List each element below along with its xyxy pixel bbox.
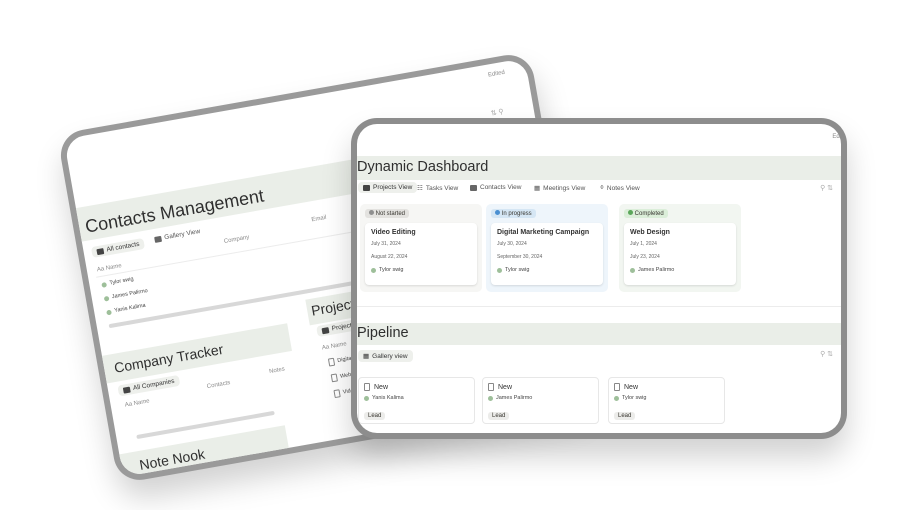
calendar-icon: ▦ — [534, 185, 541, 192]
column-name: Aa Name — [321, 341, 348, 352]
card-title: Video Editing — [371, 229, 416, 236]
tag-badge: Lead — [364, 412, 386, 420]
pipeline-banner — [357, 323, 841, 345]
status-badge: Not started — [365, 209, 410, 218]
end-date: July 23, 2024 — [630, 254, 660, 260]
page-icon — [330, 373, 338, 383]
page-icon — [327, 357, 336, 367]
start-date: July 1, 2024 — [630, 241, 657, 247]
tab-projects-view[interactable]: Projects View — [358, 182, 418, 193]
board-column-not-started: Not started Video Editing July 31, 2024 … — [360, 204, 482, 292]
contact-name: Tylor swig — [614, 395, 719, 401]
column-notes: Notes — [268, 366, 286, 376]
page-icon — [333, 389, 341, 399]
notes-icon: ⌽ — [600, 184, 604, 191]
avatar — [497, 267, 502, 273]
start-date: July 31, 2024 — [371, 241, 401, 247]
contacts-icon — [470, 184, 477, 191]
front-screen: Edi Dynamic Dashboard Projects View ☷ Tas… — [357, 124, 841, 433]
page-icon — [488, 383, 494, 391]
briefcase-icon — [321, 326, 330, 334]
board-card[interactable]: Web Design July 1, 2024 July 23, 2024 Ja… — [624, 223, 736, 285]
gallery-card[interactable]: New Yanis Kalima Lead — [358, 377, 475, 424]
column-email: Email — [311, 214, 327, 224]
tab-contacts-view[interactable]: Contacts View — [470, 184, 521, 191]
table-row[interactable]: Yanis Kalima — [106, 303, 146, 316]
avatar — [371, 267, 376, 273]
sort-icon[interactable]: ⚲ ⇅ — [820, 350, 833, 358]
gallery-icon: ▦ — [363, 353, 370, 360]
pipeline-title: Pipeline — [357, 325, 409, 341]
end-date: August 22, 2024 — [371, 254, 408, 260]
page-icon — [364, 383, 370, 391]
assignee: Tylor swig — [497, 267, 597, 273]
assignee: Tylor swig — [371, 267, 471, 273]
sort-icon[interactable]: ⚲ ⇅ — [820, 184, 833, 192]
front-tablet: Edi Dynamic Dashboard Projects View ☷ Tas… — [351, 118, 847, 439]
tab-all-contacts[interactable]: All contacts — [90, 237, 146, 258]
status-dot — [495, 210, 500, 215]
tab-notes-view[interactable]: ⌽ Notes View — [600, 184, 640, 192]
tag-badge: Lead — [614, 412, 636, 420]
contact-name: Yanis Kalima — [364, 395, 469, 401]
board-column-completed: Completed Web Design July 1, 2024 July 2… — [619, 204, 741, 292]
tab-gallery-view[interactable]: ▦ Gallery view — [358, 350, 413, 362]
list-icon — [96, 247, 105, 255]
status-badge: Completed — [624, 209, 668, 218]
status-dot — [369, 210, 374, 215]
gallery-card[interactable]: New Tylor swig Lead — [608, 377, 725, 424]
edited-label: Edited — [487, 69, 506, 79]
table-row[interactable]: James Palirmo — [103, 288, 148, 302]
column-contacts: Contacts — [206, 380, 231, 391]
status-badge: In progress — [491, 209, 536, 218]
board-card[interactable]: Digital Marketing Campaign July 30, 2024… — [491, 223, 603, 285]
board-card[interactable]: Video Editing July 31, 2024 August 22, 2… — [365, 223, 477, 285]
building-icon — [122, 386, 131, 394]
checklist-icon: ☷ — [417, 185, 423, 192]
tab-gallery-view[interactable]: Gallery View — [154, 228, 201, 243]
column-name: Aa Name — [124, 398, 151, 409]
table-row[interactable]: Tylor swig — [101, 276, 134, 288]
column-company: Company — [223, 234, 250, 245]
tag-badge: Lead — [488, 412, 510, 420]
filter-icon[interactable]: ⇅ ⚲ — [490, 107, 504, 117]
page-icon — [614, 383, 620, 391]
card-title: Web Design — [630, 229, 670, 236]
avatar — [630, 267, 635, 273]
divider — [357, 306, 841, 307]
page-title: Dynamic Dashboard — [357, 159, 489, 175]
gallery-card[interactable]: New James Palirmo Lead — [482, 377, 599, 424]
start-date: July 30, 2024 — [497, 241, 527, 247]
edited-label: Edi — [832, 134, 841, 140]
assignee: James Palirmo — [630, 267, 730, 273]
tab-tasks-view[interactable]: ☷ Tasks View — [417, 184, 458, 193]
status-dot — [628, 210, 633, 215]
contact-name: James Palirmo — [488, 395, 593, 401]
card-title: Digital Marketing Campaign — [497, 229, 590, 236]
tab-meetings-view[interactable]: ▦ Meetings View — [534, 184, 585, 193]
briefcase-icon — [363, 184, 370, 191]
end-date: September 30, 2024 — [497, 254, 543, 260]
gallery-icon — [154, 235, 162, 243]
board-column-in-progress: In progress Digital Marketing Campaign J… — [486, 204, 608, 292]
